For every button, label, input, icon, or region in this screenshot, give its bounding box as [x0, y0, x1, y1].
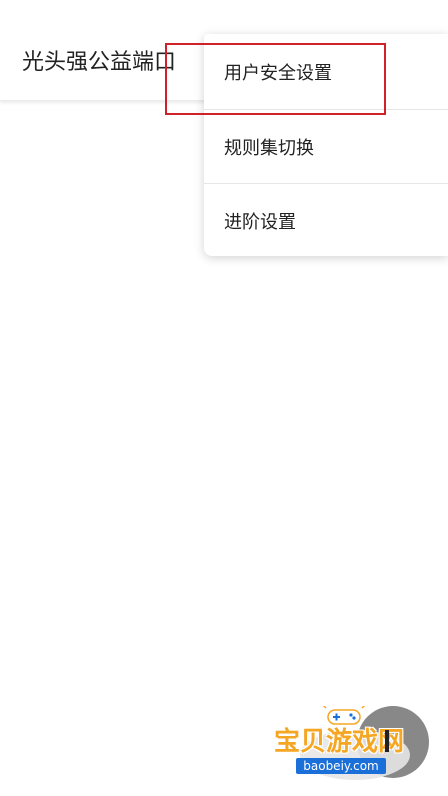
- menu-item-advanced-settings[interactable]: 进阶设置: [204, 184, 448, 256]
- gamepad-icon: [322, 706, 366, 725]
- overflow-menu: 用户安全设置 规则集切换 进阶设置: [204, 34, 448, 256]
- app-title: 光头强公益端口: [22, 50, 177, 75]
- menu-item-label: 规则集切换: [224, 137, 314, 159]
- menu-item-label: 进阶设置: [224, 212, 296, 233]
- menu-item-ruleset-switch[interactable]: 规则集切换: [204, 110, 448, 184]
- text-cursor-icon: [385, 730, 389, 752]
- watermark-url: baobeiy.com: [296, 758, 386, 774]
- watermark-logo: 宝贝游戏网 baobeiy.com: [270, 700, 418, 786]
- menu-item-label: 用户安全设置: [224, 62, 332, 84]
- menu-item-user-security-settings[interactable]: 用户安全设置: [204, 34, 448, 110]
